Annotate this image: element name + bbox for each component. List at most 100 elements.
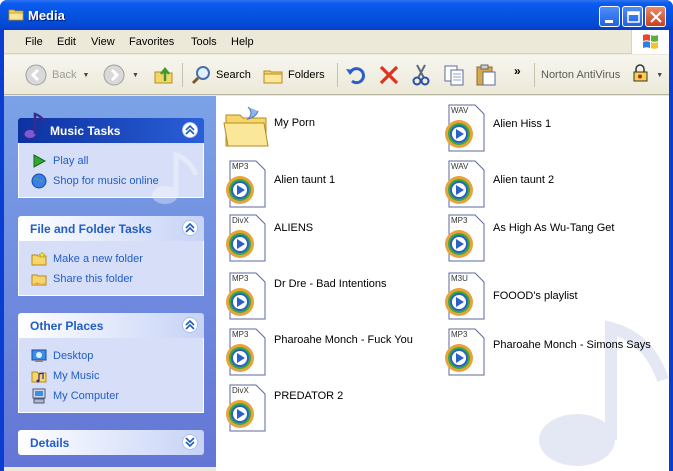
close-icon bbox=[650, 11, 662, 23]
norton-label: Norton AntiVirus bbox=[541, 69, 621, 81]
paste-button[interactable] bbox=[474, 61, 498, 89]
desktop-link[interactable]: Desktop bbox=[31, 346, 203, 366]
media-file-icon: MP3 bbox=[226, 160, 266, 208]
file-type-badge: DivX bbox=[232, 386, 250, 395]
media-file-icon: MP3 bbox=[445, 328, 485, 376]
file-name: As High As Wu-Tang Get bbox=[493, 222, 615, 234]
undo-button[interactable] bbox=[344, 61, 368, 89]
file-type-badge: MP3 bbox=[451, 330, 468, 339]
forward-button[interactable]: ▼ bbox=[102, 61, 139, 89]
menu-tools[interactable]: Tools bbox=[191, 36, 217, 48]
my-computer-icon bbox=[32, 388, 46, 404]
file-folder-tasks-header[interactable]: File and Folder Tasks bbox=[18, 216, 204, 241]
back-dropdown-icon[interactable]: ▼ bbox=[82, 72, 89, 79]
details-panel: Details bbox=[18, 430, 204, 455]
search-button[interactable]: Search bbox=[190, 61, 251, 89]
toolbar-overflow-button[interactable]: » bbox=[514, 57, 521, 85]
minimize-button[interactable] bbox=[599, 6, 620, 27]
windows-flag-icon bbox=[643, 34, 658, 49]
file-name: Pharoahe Monch - Fuck You bbox=[274, 334, 413, 346]
collapse-chevron-icon[interactable] bbox=[182, 220, 198, 236]
copy-button[interactable] bbox=[442, 61, 466, 89]
menu-file[interactable]: File bbox=[25, 36, 43, 48]
details-header[interactable]: Details bbox=[18, 430, 204, 455]
media-file-icon: WAV bbox=[445, 104, 485, 152]
menu-help[interactable]: Help bbox=[231, 36, 254, 48]
up-folder-button[interactable] bbox=[152, 61, 176, 89]
close-button[interactable] bbox=[645, 6, 666, 27]
delete-button[interactable] bbox=[377, 61, 401, 89]
desktop-icon bbox=[31, 349, 47, 362]
expand-chevron-icon[interactable] bbox=[182, 434, 198, 450]
forward-dropdown-icon[interactable]: ▼ bbox=[132, 72, 139, 79]
share-folder-icon bbox=[31, 274, 47, 286]
collapse-chevron-icon[interactable] bbox=[182, 317, 198, 333]
file-type-badge: WAV bbox=[451, 106, 469, 115]
file-name: Alien taunt 1 bbox=[274, 174, 336, 186]
my-music-link[interactable]: My Music bbox=[31, 366, 203, 386]
back-label: Back bbox=[52, 69, 77, 81]
file-name: Pharoahe Monch - Simons Says bbox=[493, 339, 651, 351]
back-button[interactable]: Back ▼ bbox=[24, 61, 89, 89]
forward-arrow-icon bbox=[103, 64, 125, 86]
folder-icon bbox=[223, 106, 269, 147]
menu-bar: File Edit View Favorites Tools Help bbox=[4, 30, 669, 54]
chevron-up-icon bbox=[185, 222, 195, 233]
share-folder-label: Share this folder bbox=[53, 273, 134, 285]
cut-button[interactable] bbox=[409, 61, 433, 89]
media-file-icon: WAV bbox=[445, 160, 485, 208]
media-file-icon: DivX bbox=[226, 384, 266, 432]
file-type-badge: MP3 bbox=[232, 330, 249, 339]
file-name: Alien taunt 2 bbox=[493, 174, 555, 186]
menu-view[interactable]: View bbox=[91, 36, 115, 48]
minimize-icon bbox=[605, 20, 613, 23]
media-file-icon: MP3 bbox=[226, 272, 266, 320]
file-folder-tasks-panel: File and Folder Tasks Make a new folder … bbox=[18, 216, 204, 296]
file-type-badge: DivX bbox=[232, 216, 250, 225]
scissors-icon bbox=[412, 64, 430, 86]
back-arrow-icon bbox=[25, 64, 47, 86]
my-music-folder-icon bbox=[31, 371, 47, 383]
music-tasks-header[interactable]: Music Tasks bbox=[18, 112, 204, 143]
other-places-panel: Other Places Desktop My Music My Compute… bbox=[18, 313, 204, 413]
folders-button[interactable]: Folders bbox=[262, 61, 325, 89]
menu-favorites[interactable]: Favorites bbox=[129, 36, 174, 48]
file-name: FOOOD's playlist bbox=[493, 290, 578, 302]
my-computer-label: My Computer bbox=[53, 390, 120, 402]
file-folder-tasks-body: Make a new folder Share this folder bbox=[18, 241, 204, 296]
music-tasks-panel: Music Tasks Play all Shop for music onli… bbox=[18, 112, 204, 204]
music-tasks-title: Music Tasks bbox=[50, 124, 121, 138]
maximize-icon bbox=[627, 11, 640, 23]
my-music-label: My Music bbox=[53, 370, 100, 382]
music-tasks-body: Play all Shop for music online bbox=[18, 143, 204, 204]
undo-icon bbox=[346, 67, 365, 85]
windows-logo bbox=[631, 30, 669, 54]
make-new-folder-link[interactable]: Make a new folder bbox=[31, 249, 203, 269]
music-note-icon bbox=[23, 112, 47, 139]
collapse-chevron-icon[interactable] bbox=[182, 122, 198, 138]
my-computer-link[interactable]: My Computer bbox=[31, 386, 203, 406]
copy-icon bbox=[444, 65, 464, 86]
details-title: Details bbox=[30, 436, 70, 450]
title-bar[interactable]: Media bbox=[0, 0, 673, 30]
share-folder-link[interactable]: Share this folder bbox=[31, 269, 203, 289]
norton-dropdown-icon[interactable]: ▼ bbox=[656, 72, 663, 79]
other-places-header[interactable]: Other Places bbox=[18, 313, 204, 338]
file-name: My Porn bbox=[274, 117, 315, 129]
toolbar-separator bbox=[337, 63, 338, 87]
desktop-label: Desktop bbox=[53, 350, 94, 362]
file-name: Alien Hiss 1 bbox=[493, 118, 552, 130]
toolbar-separator bbox=[182, 63, 183, 87]
media-file-icon: MP3 bbox=[226, 328, 266, 376]
task-pane: Music Tasks Play all Shop for music onli… bbox=[4, 96, 216, 467]
file-type-badge: MP3 bbox=[451, 216, 468, 225]
maximize-button[interactable] bbox=[622, 6, 643, 27]
play-icon bbox=[33, 154, 47, 168]
menu-edit[interactable]: Edit bbox=[57, 36, 76, 48]
search-label: Search bbox=[216, 69, 251, 81]
globe-icon bbox=[31, 173, 47, 189]
toolbar-overflow-chevron: » bbox=[514, 64, 521, 78]
file-list-view: My Porn WAV Alien Hiss 1 MP3 Alien taunt… bbox=[216, 96, 669, 471]
file-name: ALIENS bbox=[274, 222, 314, 234]
norton-antivirus-button[interactable]: Norton AntiVirus ▼ bbox=[541, 61, 663, 89]
